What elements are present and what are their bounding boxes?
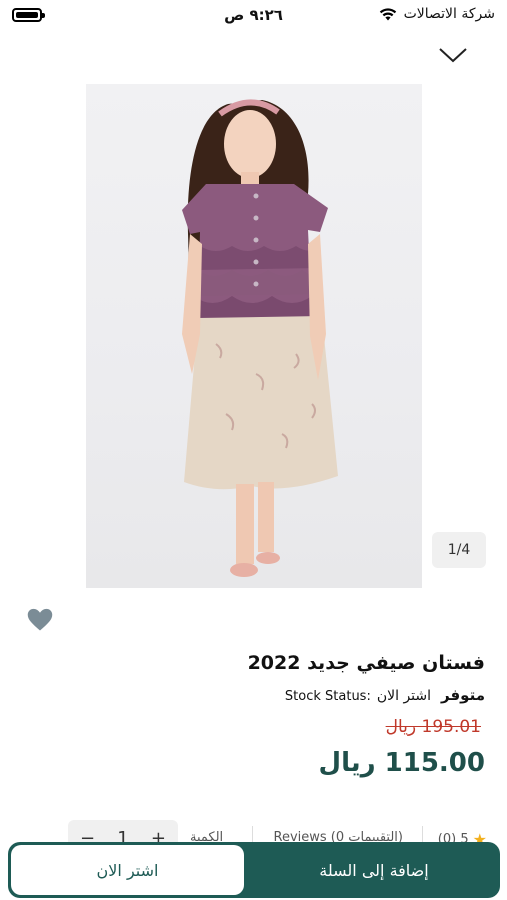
new-price: 115.00 ريال <box>318 748 485 778</box>
product-title: فستان صيفي جديد 2022 <box>247 652 485 674</box>
stock-row: متوفر اشتر الان Stock Status: <box>285 686 485 704</box>
carrier-name: شركة الاتصالات <box>403 6 495 22</box>
buy-now-button[interactable]: اشتر الان <box>11 845 244 895</box>
add-to-cart-button[interactable]: إضافة إلى السلة <box>248 842 500 898</box>
wifi-icon <box>379 8 396 21</box>
action-bar: إضافة إلى السلة اشتر الان <box>8 842 500 898</box>
product-image-gallery[interactable] <box>86 84 422 588</box>
old-price: 195.01 ريال <box>385 717 481 737</box>
carrier-info: شركة الاتصالات <box>378 6 495 22</box>
chevron-down-icon[interactable] <box>437 44 469 66</box>
product-image <box>182 99 338 577</box>
status-bar: ٩:٢٦ ص شركة الاتصالات <box>0 0 507 32</box>
heart-icon[interactable] <box>26 606 54 634</box>
stock-status-value: متوفر <box>441 686 485 704</box>
image-page-counter: 1/4 <box>432 532 486 568</box>
stock-status-label: Stock Status: <box>284 689 371 704</box>
stock-buy-now-text: اشتر الان <box>376 688 432 704</box>
